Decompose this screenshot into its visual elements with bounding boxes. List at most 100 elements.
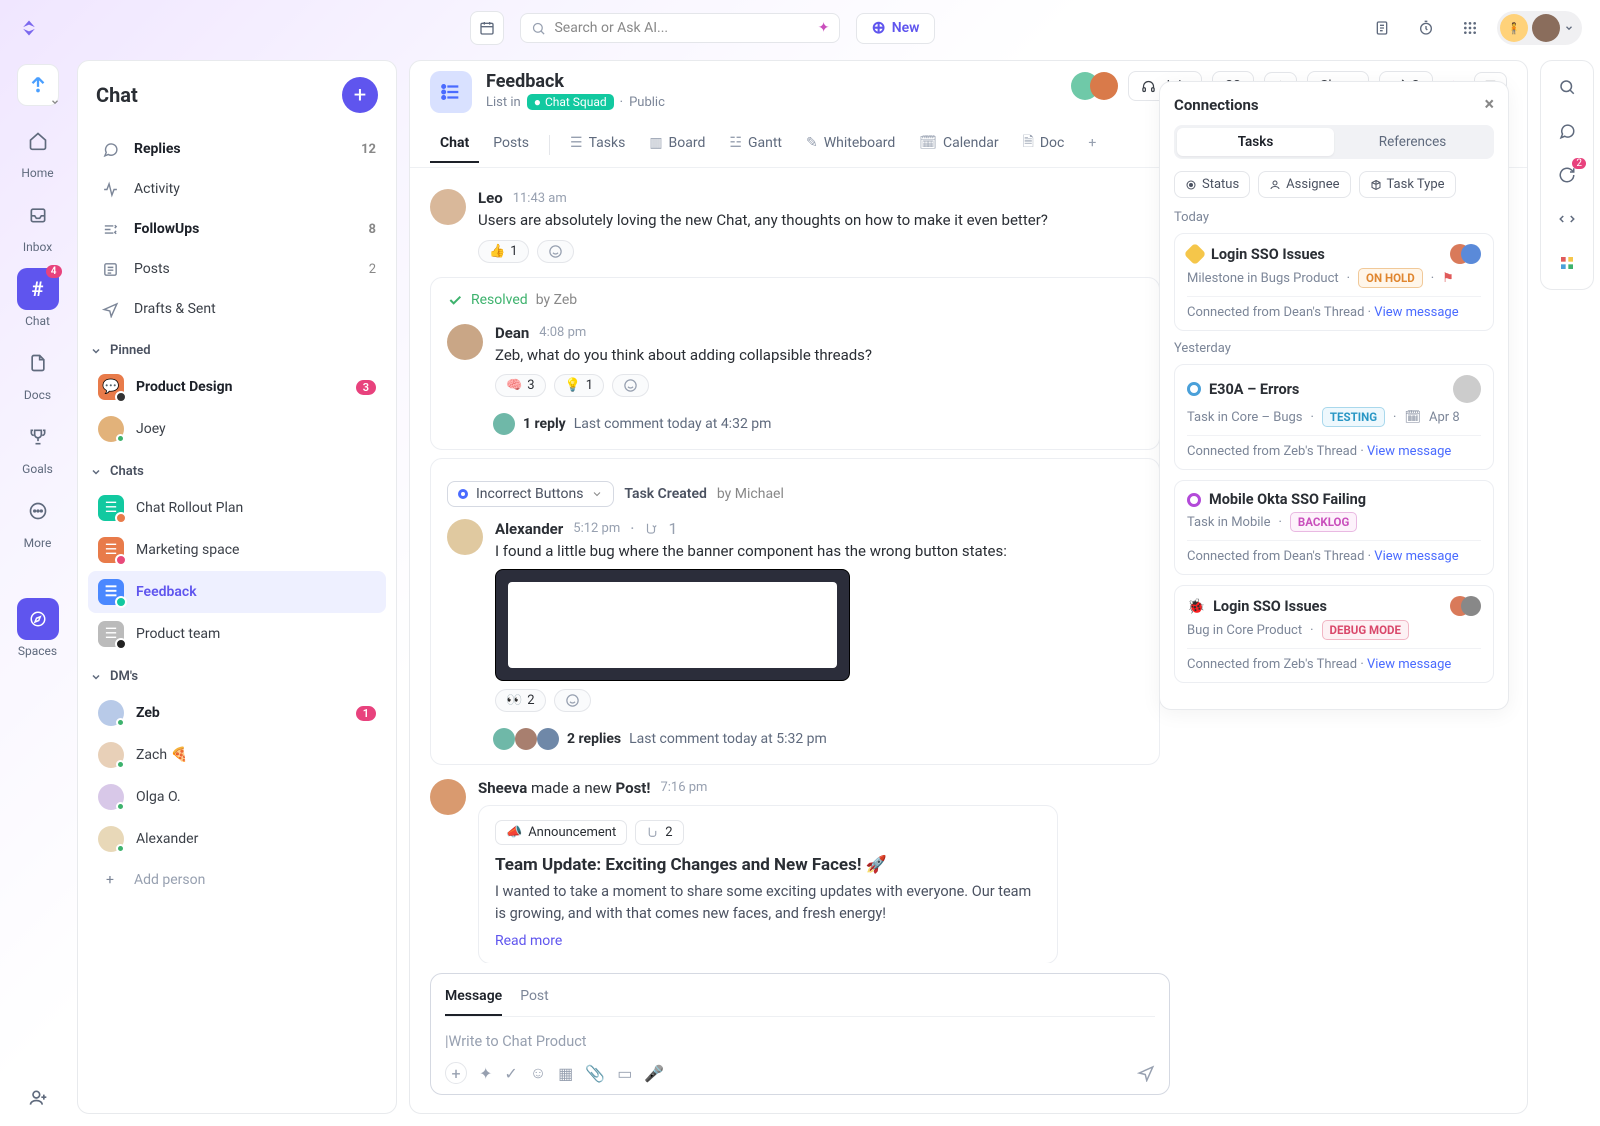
timer-button[interactable] bbox=[1409, 11, 1443, 45]
filter-assignee[interactable]: Assignee bbox=[1258, 171, 1350, 198]
avatar[interactable] bbox=[430, 189, 466, 225]
dm-zeb[interactable]: Zeb1 bbox=[88, 692, 386, 734]
connection-card[interactable]: E30A – Errors Task in Core – Bugs·TESTIN… bbox=[1174, 364, 1494, 470]
connection-card[interactable]: Mobile Okta SSO Failing Task in Mobile·B… bbox=[1174, 480, 1494, 575]
nav-more[interactable]: More bbox=[8, 490, 68, 550]
avatar[interactable] bbox=[447, 519, 483, 555]
pinned-header[interactable]: Pinned bbox=[78, 333, 396, 362]
read-more-link[interactable]: Read more bbox=[495, 933, 1041, 949]
view-message-link[interactable]: View message bbox=[1367, 444, 1451, 459]
sidebar-posts[interactable]: Posts2 bbox=[88, 249, 386, 289]
sidebar-drafts[interactable]: Drafts & Sent bbox=[88, 289, 386, 329]
avatar[interactable] bbox=[430, 779, 466, 815]
reaction[interactable]: 👀2 bbox=[495, 689, 546, 712]
seg-references[interactable]: References bbox=[1334, 128, 1491, 156]
chat-product-team[interactable]: ☰Product team bbox=[88, 613, 386, 655]
composer-input[interactable]: |Write to Chat Product bbox=[445, 1027, 1155, 1062]
add-view-button[interactable]: + bbox=[1078, 127, 1106, 163]
thread-replies[interactable]: 2 repliesLast comment today at 5:32 pm bbox=[447, 728, 1143, 750]
composer-tab-message[interactable]: Message bbox=[445, 984, 502, 1016]
add-person[interactable]: +Add person bbox=[88, 860, 386, 900]
attachment-icon[interactable]: 📎 bbox=[585, 1064, 605, 1083]
right-rail: 2 bbox=[1540, 60, 1594, 290]
app-nav: Home Inbox 4#Chat Docs Goals More Spaces bbox=[0, 56, 75, 1126]
tab-gantt[interactable]: ☳Gantt bbox=[719, 127, 792, 163]
add-reaction-button[interactable] bbox=[537, 240, 574, 263]
reaction[interactable]: 🧠3 bbox=[495, 374, 546, 397]
view-message-link[interactable]: View message bbox=[1374, 549, 1458, 564]
view-message-link[interactable]: View message bbox=[1367, 657, 1451, 672]
dm-olga[interactable]: Olga O. bbox=[88, 776, 386, 818]
task-chip[interactable]: Incorrect Buttons bbox=[447, 481, 614, 507]
nav-invite[interactable] bbox=[8, 1088, 68, 1108]
add-reaction-button[interactable] bbox=[554, 689, 591, 712]
close-button[interactable]: × bbox=[1484, 94, 1494, 115]
tab-posts[interactable]: Posts bbox=[483, 127, 539, 163]
thread-replies[interactable]: 1 replyLast comment today at 4:32 pm bbox=[447, 413, 1143, 435]
filter-status[interactable]: Status bbox=[1174, 171, 1250, 198]
tab-calendar[interactable]: 🗓Calendar bbox=[909, 127, 1008, 163]
tab-tasks[interactable]: ☰Tasks bbox=[560, 127, 635, 163]
pinned-product-design[interactable]: 💬Product Design3 bbox=[88, 366, 386, 408]
gif-icon[interactable]: ▦ bbox=[558, 1064, 573, 1083]
search-input[interactable]: Search or Ask AI... ✦ bbox=[520, 13, 840, 43]
composer-tab-post[interactable]: Post bbox=[520, 984, 549, 1016]
nav-inbox[interactable]: Inbox bbox=[8, 194, 68, 254]
chat-rollout-plan[interactable]: ☰Chat Rollout Plan bbox=[88, 487, 386, 529]
sidebar-replies[interactable]: Replies12 bbox=[88, 129, 386, 169]
tab-chat[interactable]: Chat bbox=[430, 127, 479, 163]
nav-docs[interactable]: Docs bbox=[8, 342, 68, 402]
avatar[interactable] bbox=[447, 324, 483, 360]
ai-icon[interactable]: ✦ bbox=[479, 1064, 492, 1083]
tab-whiteboard[interactable]: ✎Whiteboard bbox=[796, 127, 905, 163]
trophy-icon bbox=[28, 427, 48, 447]
member-avatars[interactable] bbox=[1071, 72, 1118, 100]
sidebar-activity[interactable]: Activity bbox=[88, 169, 386, 209]
nav-home[interactable]: Home bbox=[8, 120, 68, 180]
connection-card[interactable]: 🐞Login SSO Issues Bug in Core Product·DE… bbox=[1174, 585, 1494, 683]
mic-icon[interactable]: 🎤 bbox=[644, 1064, 664, 1083]
filter-task-type[interactable]: Task Type bbox=[1359, 171, 1456, 198]
search-button[interactable] bbox=[1555, 75, 1579, 99]
approvals-button[interactable]: 2 bbox=[1555, 163, 1579, 187]
chats-header[interactable]: Chats bbox=[78, 454, 396, 483]
dms-header[interactable]: DM's bbox=[78, 659, 396, 688]
chat-marketing[interactable]: ☰Marketing space bbox=[88, 529, 386, 571]
dm-alexander[interactable]: Alexander bbox=[88, 818, 386, 860]
sidebar-followups[interactable]: FollowUps8 bbox=[88, 209, 386, 249]
user-menu[interactable]: 🧍 bbox=[1497, 11, 1582, 45]
send-button[interactable] bbox=[1137, 1064, 1155, 1082]
comments-button[interactable] bbox=[1555, 119, 1579, 143]
chat-feedback[interactable]: ☰Feedback bbox=[88, 571, 386, 613]
reaction[interactable]: 💡1 bbox=[554, 374, 605, 397]
tab-doc[interactable]: 🗎Doc bbox=[1013, 123, 1075, 167]
notepad-button[interactable] bbox=[1365, 11, 1399, 45]
add-button[interactable]: + bbox=[445, 1062, 467, 1084]
nav-chat[interactable]: 4#Chat bbox=[8, 268, 68, 328]
emoji-icon[interactable]: ☺ bbox=[530, 1063, 546, 1083]
workspace-switcher[interactable] bbox=[17, 64, 59, 106]
pinned-joey[interactable]: Joey bbox=[88, 408, 386, 450]
seg-tasks[interactable]: Tasks bbox=[1177, 128, 1334, 156]
nav-spaces[interactable]: Spaces bbox=[8, 598, 68, 658]
nav-goals[interactable]: Goals bbox=[8, 416, 68, 476]
connection-card[interactable]: Login SSO Issues Milestone in Bugs Produ… bbox=[1174, 233, 1494, 331]
apps-button[interactable] bbox=[1555, 251, 1579, 275]
task-chip-label: Incorrect Buttons bbox=[476, 486, 583, 502]
post-card[interactable]: 📣Announcement 2 Team Update: Exciting Ch… bbox=[478, 805, 1058, 964]
activity-icon bbox=[102, 181, 119, 198]
squad-chip[interactable]: ● Chat Squad bbox=[527, 94, 614, 110]
view-message-link[interactable]: View message bbox=[1374, 305, 1458, 320]
video-icon[interactable]: ▭ bbox=[617, 1064, 632, 1083]
apps-grid-button[interactable] bbox=[1453, 11, 1487, 45]
calendar-button[interactable] bbox=[470, 11, 504, 45]
task-icon[interactable]: ✓ bbox=[504, 1064, 517, 1083]
add-reaction-button[interactable] bbox=[612, 374, 649, 397]
connections-button[interactable] bbox=[1555, 207, 1579, 231]
image-attachment[interactable] bbox=[495, 569, 850, 681]
tab-board[interactable]: ▥Board bbox=[639, 127, 715, 163]
reaction[interactable]: 👍1 bbox=[478, 240, 529, 263]
new-button[interactable]: ⊕ New bbox=[856, 13, 934, 44]
dm-zach[interactable]: Zach 🍕 bbox=[88, 734, 386, 776]
new-chat-button[interactable]: + bbox=[342, 77, 378, 113]
